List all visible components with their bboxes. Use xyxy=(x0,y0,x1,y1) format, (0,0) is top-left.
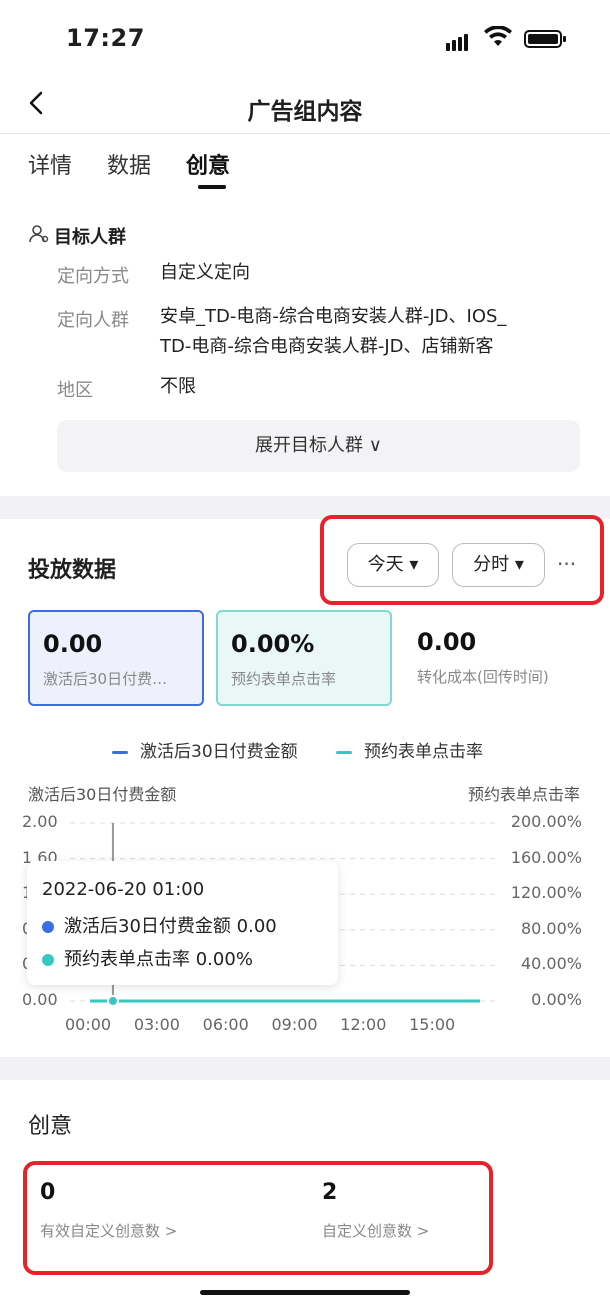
tooltip-series-value: 0.00 xyxy=(236,916,277,937)
y-tick-left: 2.00 xyxy=(22,812,58,831)
status-bar: 17:27 xyxy=(0,0,610,84)
tooltip-series-value: 0.00% xyxy=(195,949,253,970)
targeting-audience-label: 定向人群 xyxy=(57,310,129,331)
chart-tooltip: 2022-06-20 01:00 激活后30日付费金额 0.00 预约表单点击率… xyxy=(27,861,338,985)
tooltip-time: 2022-06-20 01:00 xyxy=(42,879,205,900)
targeting-method-label: 定向方式 xyxy=(57,266,129,287)
x-tick: 06:00 xyxy=(202,1015,249,1034)
tooltip-series-name: 预约表单点击率 xyxy=(64,949,190,970)
region-value: 不限 xyxy=(160,376,196,397)
user-icon xyxy=(29,224,49,248)
y-axis-left-title: 激活后30日付费金额 xyxy=(28,785,177,804)
active-tab-indicator xyxy=(198,185,226,189)
tab-creative[interactable]: 创意 xyxy=(186,148,230,180)
nav-bar: 广告组内容 xyxy=(0,84,610,134)
targeting-audience-value-line1: 安卓_TD-电商-综合电商安装人群-JD、IOS_ xyxy=(160,306,507,327)
legend-label: 激活后30日付费金额 xyxy=(140,742,298,762)
metric-card-form-ctr[interactable]: 0.00% 预约表单点击率 xyxy=(216,610,392,706)
tab-details[interactable]: 详情 xyxy=(28,148,72,180)
legend-swatch xyxy=(112,750,128,754)
home-indicator xyxy=(200,1290,410,1295)
x-tick: 03:00 xyxy=(133,1015,180,1034)
status-time: 17:27 xyxy=(66,24,145,52)
targeting-audience-value-line2: TD-电商-综合电商安装人群-JD、店铺新客 xyxy=(160,336,494,357)
metric-value: 0.00% xyxy=(231,630,315,658)
legend-item-form-ctr: 预约表单点击率 xyxy=(336,737,483,762)
legend-label: 预约表单点击率 xyxy=(364,742,483,762)
metric-value: 0.00 xyxy=(43,630,103,658)
y-axis-right-title: 预约表单点击率 xyxy=(467,785,580,804)
series-dot xyxy=(42,954,54,966)
targeting-method-value: 自定义定向 xyxy=(160,262,250,283)
y-tick-right: 120.00% xyxy=(510,883,582,903)
y-tick-right: 40.00% xyxy=(520,954,582,974)
series-dot xyxy=(42,921,54,933)
metric-label: 激活后30日付费… xyxy=(43,670,168,688)
y-tick-left: 0.00 xyxy=(22,990,58,1009)
tooltip-row-form-ctr: 预约表单点击率 0.00% xyxy=(42,945,253,971)
metric-label: 预约表单点击率 xyxy=(231,670,337,688)
metric-card-paid-amount[interactable]: 0.00 激活后30日付费… xyxy=(28,610,204,706)
creative-card: 创意 0 有效自定义创意数 > 2 自定义创意数 > xyxy=(0,1080,610,1296)
creative-title: 创意 xyxy=(28,1114,73,1139)
audience-title: 目标人群 xyxy=(54,227,126,248)
y-tick-right: 0.00% xyxy=(531,990,582,1009)
metric-value: 0.00 xyxy=(417,628,477,656)
battery-icon xyxy=(524,30,566,48)
tooltip-series-name: 激活后30日付费金额 xyxy=(64,916,231,937)
y-tick-right: 80.00% xyxy=(520,918,582,938)
legend-swatch xyxy=(336,750,352,754)
wifi-icon xyxy=(483,25,513,53)
y-tick-right: 200.00% xyxy=(510,812,582,831)
audience-card: 目标人群 定向方式 自定义定向 定向人群 安卓_TD-电商-综合电商安装人群-J… xyxy=(0,194,610,496)
metric-label: 转化成本(回传时间) xyxy=(417,668,549,686)
region-label: 地区 xyxy=(57,380,93,401)
x-tick: 09:00 xyxy=(271,1015,318,1034)
tooltip-row-paid-amount: 激活后30日付费金额 0.00 xyxy=(42,912,277,938)
tab-data[interactable]: 数据 xyxy=(107,148,151,180)
legend-item-paid-amount: 激活后30日付费金额 xyxy=(112,737,298,762)
annotation-highlight-filters xyxy=(320,515,604,605)
y-tick-right: 160.00% xyxy=(510,847,582,867)
annotation-highlight-creative-stats xyxy=(23,1161,493,1275)
expand-audience-button[interactable]: 展开目标人群 ∨ xyxy=(57,420,580,472)
delivery-data-card: 投放数据 今天 ▾ 分时 ▾ ··· 0.00 激活后30日付费… 0.00% … xyxy=(0,515,610,1057)
page-title: 广告组内容 xyxy=(247,99,363,125)
tab-bar: 详情 数据 创意 xyxy=(0,134,610,194)
x-tick: 15:00 xyxy=(409,1015,456,1034)
x-tick: 12:00 xyxy=(340,1015,387,1034)
data-point xyxy=(106,995,119,1007)
x-tick: 00:00 xyxy=(65,1015,112,1034)
signal-icon xyxy=(446,32,470,51)
delivery-data-title: 投放数据 xyxy=(28,558,117,583)
metric-card-conversion-cost[interactable]: 0.00 转化成本(回传时间) xyxy=(404,610,604,706)
